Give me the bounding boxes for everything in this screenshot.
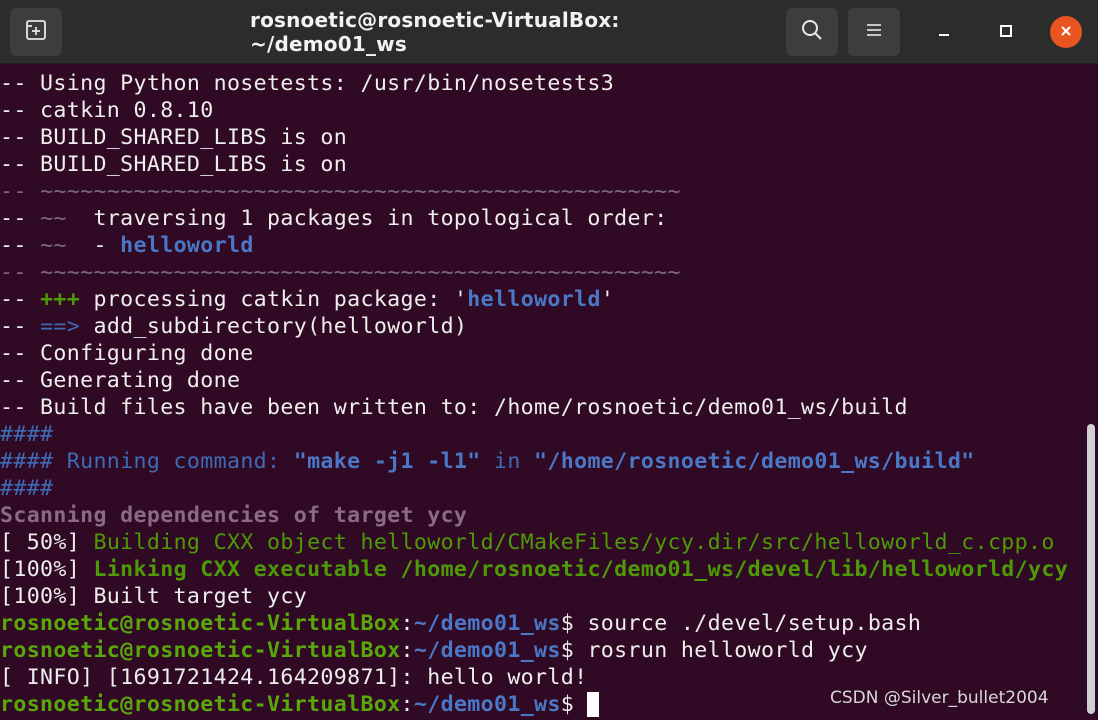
terminal-line: #### (0, 422, 54, 447)
terminal-line: [ 50%] Building CXX object helloworld/CM… (0, 530, 1055, 555)
menu-button[interactable] (848, 8, 900, 56)
terminal-line: [100%] Linking CXX executable /home/rosn… (0, 557, 1069, 582)
watermark: CSDN @Silver_bullet2004 (830, 688, 1049, 708)
scrollbar[interactable] (1087, 424, 1095, 714)
minimize-button[interactable] (928, 16, 960, 48)
search-icon (800, 18, 824, 46)
terminal-line: -- ~~ traversing 1 packages in topologic… (0, 206, 668, 231)
terminal-line: -- ~~~~~~~~~~~~~~~~~~~~~~~~~~~~~~~~~~~~~… (0, 179, 681, 204)
terminal-line: #### Running command: "make -j1 -l1" in … (0, 449, 975, 474)
close-button[interactable] (1050, 16, 1082, 48)
terminal-prompt-line: rosnoetic@rosnoetic-VirtualBox:~/demo01_… (0, 611, 922, 636)
terminal-line: -- ==> add_subdirectory(helloworld) (0, 314, 468, 339)
terminal-line: -- +++ processing catkin package: 'hello… (0, 287, 615, 312)
terminal-line: #### (0, 476, 54, 501)
maximize-icon (999, 23, 1013, 42)
terminal-line: -- Using Python nosetests: /usr/bin/nose… (0, 71, 615, 96)
terminal-line: -- Generating done (0, 368, 241, 393)
terminal-line: -- ~~~~~~~~~~~~~~~~~~~~~~~~~~~~~~~~~~~~~… (0, 260, 681, 285)
terminal-line: -- Build files have been written to: /ho… (0, 395, 908, 420)
terminal-line: -- ~~ - helloworld (0, 233, 254, 258)
search-button[interactable] (786, 8, 838, 56)
maximize-button[interactable] (990, 16, 1022, 48)
new-tab-button[interactable] (10, 8, 62, 56)
terminal-line: -- Configuring done (0, 341, 254, 366)
terminal-line: -- BUILD_SHARED_LIBS is on (0, 152, 348, 177)
terminal-output[interactable]: -- Using Python nosetests: /usr/bin/nose… (0, 70, 1086, 720)
terminal-prompt-line: rosnoetic@rosnoetic-VirtualBox:~/demo01_… (0, 638, 868, 663)
close-icon (1059, 23, 1073, 42)
title-bar: rosnoetic@rosnoetic-VirtualBox: ~/demo01… (0, 0, 1098, 64)
new-tab-icon (24, 18, 48, 46)
terminal-line: -- catkin 0.8.10 (0, 98, 214, 123)
terminal-line: [ INFO] [1691721424.164209871]: hello wo… (0, 665, 588, 690)
terminal-line: -- BUILD_SHARED_LIBS is on (0, 125, 348, 150)
text-cursor (587, 692, 600, 717)
window-title: rosnoetic@rosnoetic-VirtualBox: ~/demo01… (250, 8, 620, 56)
hamburger-menu-icon (864, 22, 884, 42)
minimize-icon (937, 23, 951, 42)
terminal-line: [100%] Built target ycy (0, 584, 308, 609)
terminal-line: Scanning dependencies of target ycy (0, 503, 468, 528)
